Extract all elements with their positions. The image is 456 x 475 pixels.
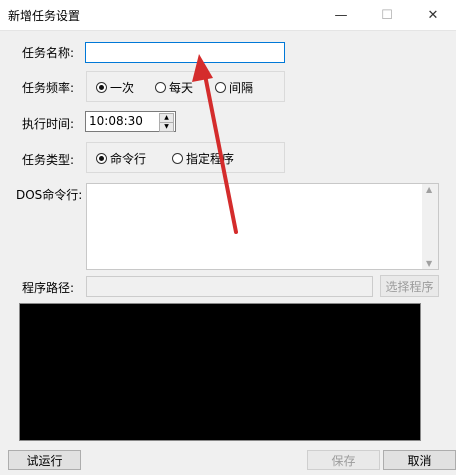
annotation-arrow-icon	[192, 54, 238, 234]
